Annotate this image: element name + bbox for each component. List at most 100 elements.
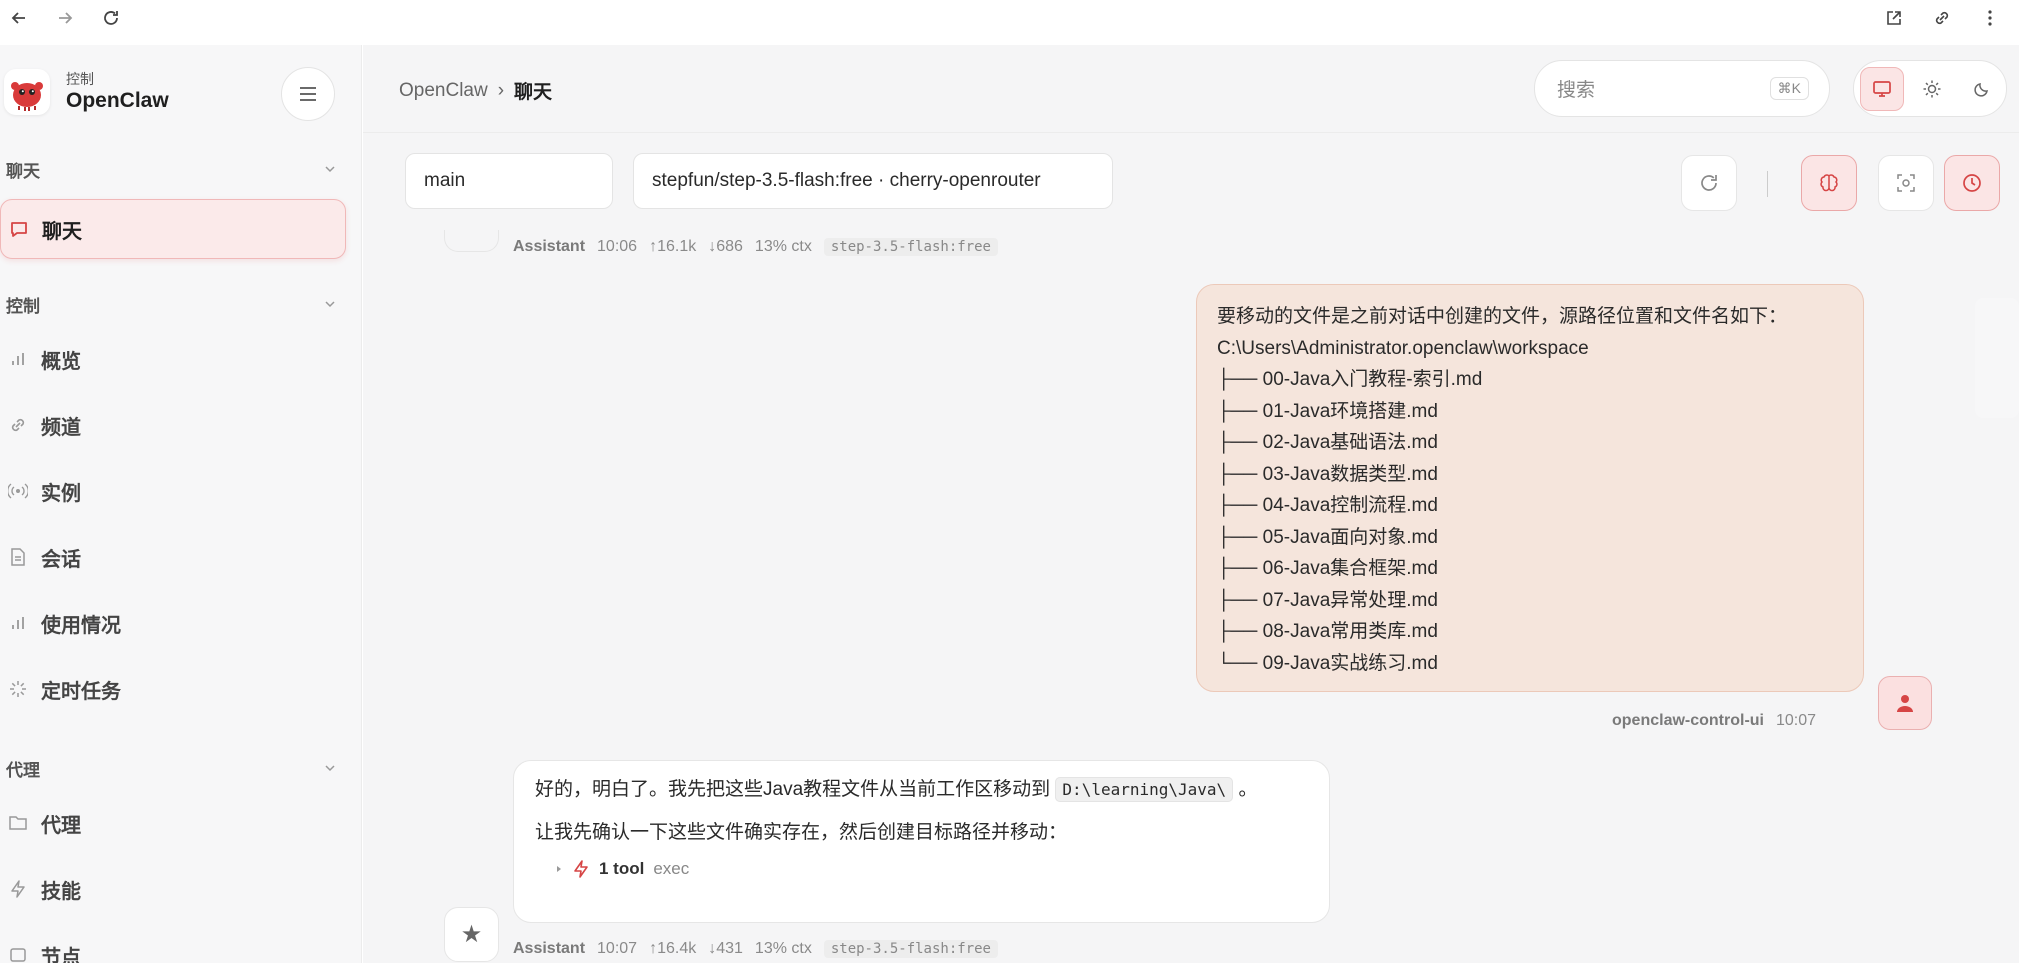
divider xyxy=(1767,171,1768,197)
bar-chart-icon xyxy=(6,350,30,368)
meta-model: step-3.5-flash:free xyxy=(823,940,998,958)
history-button[interactable] xyxy=(1944,155,2000,211)
section-chat[interactable]: 聊天 xyxy=(6,157,336,181)
sidebar-item-label: 代理 xyxy=(41,814,81,837)
main-area: OpenClaw › 聊天 搜索 ⌘K main stepfun/step-3.… xyxy=(363,45,2019,963)
forward-icon[interactable] xyxy=(54,7,76,29)
sidebar-item-skills[interactable]: 技能 xyxy=(0,859,346,919)
meta-tokens-up: ↑16.4k xyxy=(649,940,697,957)
sun-icon xyxy=(1923,80,1941,97)
sidebar-item-sessions[interactable]: 会话 xyxy=(0,527,346,587)
openclaw-logo-icon xyxy=(4,69,50,115)
message-meta: Assistant 10:06 ↑16.1k ↓686 13% ctx step… xyxy=(513,238,998,256)
sidebar-item-overview[interactable]: 概览 xyxy=(0,329,346,389)
thinking-toggle-button[interactable] xyxy=(1801,155,1857,211)
user-line: 要移动的文件是之前对话中创建的文件，源路径位置和文件名如下： xyxy=(1217,306,1788,327)
meta-tokens-up: ↑16.1k xyxy=(649,238,697,255)
message-icon xyxy=(7,219,31,239)
inline-code: D:\learning\Java\ xyxy=(1055,777,1234,802)
sidebar-item-label: 定时任务 xyxy=(41,680,121,703)
sidebar-item-usage[interactable]: 使用情况 xyxy=(0,593,346,653)
brain-icon xyxy=(1820,174,1838,192)
user-line: ├── 00-Java入门教程-索引.md xyxy=(1217,369,1483,390)
search-shortcut-badge: ⌘K xyxy=(1769,77,1809,100)
meta-author: openclaw-control-ui xyxy=(1612,712,1764,729)
user-line: ├── 03-Java数据类型.md xyxy=(1217,463,1438,485)
bolt-icon xyxy=(6,879,30,899)
session-select[interactable]: main xyxy=(405,153,613,209)
star-icon[interactable]: ★ xyxy=(444,907,499,962)
section-label: 代理 xyxy=(6,760,40,780)
topbar: OpenClaw › 聊天 搜索 ⌘K xyxy=(363,45,2019,133)
meta-author: Assistant xyxy=(513,238,586,255)
breadcrumb-root[interactable]: OpenClaw xyxy=(399,80,488,102)
node-icon xyxy=(6,946,30,963)
dark-theme-button[interactable] xyxy=(1960,67,2004,111)
section-label: 控制 xyxy=(6,296,40,316)
sidebar-item-label: 频道 xyxy=(41,416,81,439)
search-input[interactable]: 搜索 ⌘K xyxy=(1534,60,1830,117)
sidebar-item-chat[interactable]: 聊天 xyxy=(0,199,346,259)
chevron-down-icon xyxy=(325,301,335,308)
assistant-line: 好的，明白了。我先把这些Java教程文件从当前工作区移动到 D:\learnin… xyxy=(535,775,1308,805)
sidebar-item-channels[interactable]: 频道 xyxy=(0,395,346,455)
section-control[interactable]: 控制 xyxy=(6,292,336,316)
sidebar-item-label: 使用情况 xyxy=(41,614,121,637)
session-value: main xyxy=(424,170,466,191)
breadcrumb-separator: › xyxy=(497,79,505,101)
breadcrumb-current: 聊天 xyxy=(514,82,553,103)
sidebar-item-label: 技能 xyxy=(41,880,81,903)
sidebar-item-label: 概览 xyxy=(41,350,81,373)
brand-title: OpenClaw xyxy=(66,88,169,112)
sidebar-item-label: 会话 xyxy=(41,548,81,571)
user-avatar xyxy=(1878,676,1932,730)
tool-name: exec xyxy=(653,859,690,878)
user-line: ├── 05-Java面向对象.md xyxy=(1217,526,1438,548)
section-agents[interactable]: 代理 xyxy=(6,756,336,780)
chevron-down-icon xyxy=(325,166,335,173)
message-meta: Assistant 10:07 ↑16.4k ↓431 13% ctx step… xyxy=(513,940,998,958)
refresh-button[interactable] xyxy=(1681,155,1737,211)
back-icon[interactable] xyxy=(8,7,30,29)
sidebar-item-instances[interactable]: 实例 xyxy=(0,461,346,521)
model-value: stepfun/step-3.5-flash:free · cherry-ope… xyxy=(652,170,1041,191)
tool-count-label: 1 tool xyxy=(599,859,645,878)
bolt-icon xyxy=(574,860,588,878)
model-select[interactable]: stepfun/step-3.5-flash:free · cherry-ope… xyxy=(633,153,1113,209)
menu-toggle-button[interactable] xyxy=(281,67,335,121)
reload-icon[interactable] xyxy=(100,7,122,29)
assistant-avatar xyxy=(444,230,499,252)
light-theme-button[interactable] xyxy=(1910,67,1954,111)
user-icon xyxy=(1897,695,1913,712)
breadcrumb: OpenClaw › 聊天 xyxy=(399,77,552,104)
theme-switcher xyxy=(1853,60,2007,117)
link-icon[interactable] xyxy=(1931,7,1953,29)
user-line: C:\Users\Administrator.openclaw\workspac… xyxy=(1217,337,1589,359)
open-external-icon[interactable] xyxy=(1883,7,1905,29)
sidebar-item-agents[interactable]: 代理 xyxy=(0,793,346,853)
focus-button[interactable] xyxy=(1878,155,1934,211)
sidebar-item-nodes[interactable]: 节点 xyxy=(0,925,346,963)
system-theme-button[interactable] xyxy=(1860,66,1904,111)
scroll-indicator xyxy=(1975,298,2019,418)
user-line: ├── 08-Java常用类库.md xyxy=(1217,621,1438,642)
moon-icon xyxy=(1974,82,1988,97)
more-icon[interactable] xyxy=(1979,7,2001,29)
sidebar-item-label: 实例 xyxy=(41,482,81,505)
meta-model: step-3.5-flash:free xyxy=(823,238,998,256)
user-line: ├── 07-Java异常处理.md xyxy=(1217,589,1438,611)
sidebar-item-cron[interactable]: 定时任务 xyxy=(0,659,346,719)
section-label: 聊天 xyxy=(6,161,40,181)
sidebar-item-label: 聊天 xyxy=(42,220,82,243)
user-line: ├── 01-Java环境搭建.md xyxy=(1217,400,1438,422)
meta-tokens-down: ↓686 xyxy=(708,238,743,255)
tool-call-summary[interactable]: 1 tool exec xyxy=(555,859,1308,879)
sidebar-item-label: 节点 xyxy=(41,946,81,963)
loader-icon xyxy=(6,679,30,699)
assistant-text: 好的，明白了。我先把这些Java教程文件从当前工作区移动到 xyxy=(535,779,1051,800)
meta-time: 10:07 xyxy=(597,940,638,957)
brand: 控制 OpenClaw xyxy=(4,69,169,115)
user-line: ├── 04-Java控制流程.md xyxy=(1217,495,1438,516)
chevron-down-icon xyxy=(325,765,335,772)
meta-author: Assistant xyxy=(513,940,586,957)
